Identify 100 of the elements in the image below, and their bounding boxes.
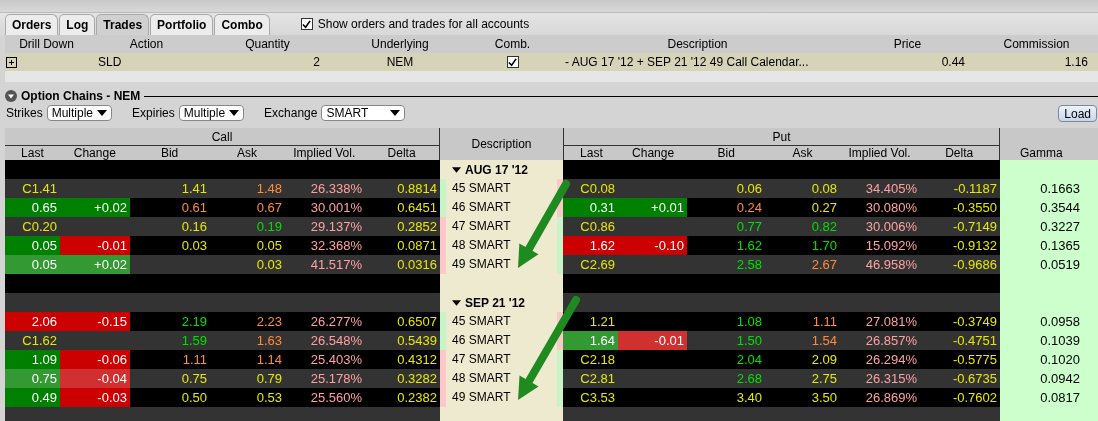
- strike-label[interactable]: 45 SMART: [446, 179, 557, 198]
- quote-cell-text: 0.77: [735, 218, 763, 236]
- table-row[interactable]: C0.20 0.16 0.19 29.137% 0.2852 47 SMART C0.86 0.77 0.82 30.006% -0.7149 0.3227: [5, 217, 1098, 236]
- quote-cell-text: 2.19: [180, 313, 208, 331]
- strike-label[interactable]: 46 SMART: [446, 198, 557, 217]
- quote-cell: -0.15: [60, 312, 130, 331]
- quote-cell-text: C2.81: [579, 370, 616, 388]
- column-header: Last: [20, 146, 45, 160]
- expiry-header[interactable]: SEP 21 '12: [440, 293, 525, 312]
- load-button[interactable]: Load: [1058, 104, 1097, 122]
- quote-cell-text: 2.68: [735, 370, 763, 388]
- quote-cell-text: C0.86: [579, 218, 616, 236]
- quote-cell-text: 2.23: [255, 313, 283, 331]
- quote-cell-text: 0.3282: [396, 370, 438, 388]
- quote-cell-text: 1.50: [735, 332, 763, 350]
- caret-icon: [390, 110, 401, 116]
- quote-cell-text: 0.6507: [396, 313, 438, 331]
- tab[interactable]: Trades: [96, 14, 150, 35]
- column-header: Quantity: [244, 37, 291, 51]
- quote-cell-text: 1.70: [810, 237, 838, 255]
- quote-cell-text: 0.4312: [396, 351, 438, 369]
- table-cell-text: 2: [312, 55, 321, 69]
- quote-cell-text: 34.405%: [864, 180, 918, 198]
- gamma-cell: 0.1039: [1000, 331, 1098, 350]
- quote-cell-text: 0.16: [180, 218, 208, 236]
- quote-cell-text: 26.277%: [309, 313, 363, 331]
- strike-label[interactable]: 49 SMART: [446, 255, 557, 274]
- quote-cell-text: 0.67: [255, 199, 283, 217]
- quote-cell-text: 0.79: [255, 370, 283, 388]
- tab[interactable]: Portfolio: [150, 14, 214, 35]
- quote-cell-text: 26.315%: [864, 370, 918, 388]
- column-header: Change: [72, 146, 117, 160]
- quote-cell-text: -0.1187: [952, 180, 998, 198]
- gamma-cell: 0.0519: [1000, 255, 1098, 274]
- quote-cell: -0.10: [618, 236, 687, 255]
- table-row[interactable]: 2.06 -0.15 2.19 2.23 26.277% 0.6507 45 SMART 1.21 1.08 1.11 27.081% -0.3749 0.0958: [5, 312, 1098, 331]
- dropdown[interactable]: Multiple: [178, 105, 245, 121]
- quote-cell-text: 46.958%: [864, 256, 918, 274]
- quote-cell-text: 1.48: [255, 180, 283, 198]
- strike-label[interactable]: 48 SMART: [446, 369, 557, 388]
- dropdown[interactable]: Multiple: [46, 105, 113, 121]
- checkbox[interactable]: [300, 18, 313, 30]
- gamma-cell: 0.1663: [1000, 179, 1098, 198]
- quote-cell-text: 1.41: [180, 180, 208, 198]
- tab[interactable]: Combo: [214, 14, 270, 35]
- table-row[interactable]: C1.62 1.59 1.63 26.548% 0.5439 46 SMART 1.64 -0.01 1.50 1.54 26.857% -0.4751 0.1039: [5, 331, 1098, 350]
- table-row[interactable]: 0.05 -0.01 0.03 0.05 32.368% 0.0871 48 SMART 1.62 -0.10 1.62 1.70 15.092% -0.9132 0.1365: [5, 236, 1098, 255]
- column-header: Action: [128, 37, 165, 51]
- quote-cell-text: 0.8814: [396, 180, 438, 198]
- quote-cell: -0.03: [60, 388, 130, 407]
- strike-label[interactable]: 45 SMART: [446, 312, 557, 331]
- table-row[interactable]: C1.41 1.41 1.48 26.338% 0.8814 45 SMART C0.08 0.06 0.08 34.405% -0.1187 0.1663: [5, 179, 1098, 198]
- tab[interactable]: Log: [59, 14, 96, 35]
- dropdown[interactable]: SMART: [321, 105, 406, 121]
- strike-label[interactable]: 47 SMART: [446, 217, 557, 236]
- quote-cell: -0.04: [60, 369, 130, 388]
- quote-cell-text: 2.04: [735, 351, 763, 369]
- quote-cell-text: 27.081%: [864, 313, 918, 331]
- table-row[interactable]: 0.75 -0.04 0.75 0.79 25.178% 0.3282 48 SMART C2.81 2.68 2.75 26.315% -0.6735 0.0942: [5, 369, 1098, 388]
- quote-cell-text: 3.50: [810, 389, 838, 407]
- quote-cell: 0.05: [5, 236, 60, 255]
- quote-cell-text: C1.41: [21, 180, 58, 198]
- table-cell-text: 1.16: [1063, 55, 1089, 69]
- quote-cell: 2.06: [5, 312, 60, 331]
- strike-label[interactable]: 46 SMART: [446, 331, 557, 350]
- column-header: Description: [666, 37, 729, 51]
- quote-cell-text: 26.294%: [864, 351, 918, 369]
- tab[interactable]: Orders: [5, 14, 59, 35]
- gamma-cell: 0.3544: [1000, 198, 1098, 217]
- quote-cell-text: 1.63: [255, 332, 283, 350]
- quote-cell: +0.02: [60, 255, 130, 274]
- column-header: Delta: [386, 146, 417, 160]
- quote-cell-text: 1.54: [810, 332, 838, 350]
- table-row[interactable]: 1.09 -0.06 1.11 1.14 25.403% 0.4312 47 SMART C2.18 2.04 2.09 26.294% -0.5775 0.1020: [5, 350, 1098, 369]
- strike-label[interactable]: 48 SMART: [446, 236, 557, 255]
- quote-cell-text: 1.59: [180, 332, 208, 350]
- collapse-icon[interactable]: [5, 90, 17, 102]
- quote-cell-text: 1.14: [255, 351, 283, 369]
- table-row[interactable]: 0.65 +0.02 0.61 0.67 30.001% 0.6451 46 SMART 0.31 +0.01 0.24 0.27 30.080% -0.3550 0.3544: [5, 198, 1098, 217]
- quote-cell-text: 1.62: [735, 237, 763, 255]
- quote-cell-text: 3.40: [735, 389, 763, 407]
- table-row[interactable]: SLD 2 NEM - AUG 17 '12 + SEP 21 '12 49 Call Calendar... 0.44 1.16: [5, 53, 1098, 71]
- table-cell-text: NEM: [385, 55, 415, 69]
- gamma-cell: 0.1365: [1000, 236, 1098, 255]
- quote-cell: 0.05: [5, 255, 60, 274]
- expiry-header[interactable]: AUG 17 '12: [440, 160, 528, 179]
- column-header: Comb.: [493, 37, 532, 51]
- quote-cell-text: 1.11: [811, 313, 838, 331]
- expand-icon[interactable]: [6, 56, 17, 68]
- table-row[interactable]: 0.49 -0.03 0.50 0.53 25.560% 0.2382 49 SMART C3.53 3.40 3.50 26.869% -0.7602 0.0817: [5, 388, 1098, 407]
- quote-cell: 1.64: [563, 331, 618, 350]
- strike-label[interactable]: 49 SMART: [446, 388, 557, 407]
- quote-cell: 0.65: [5, 198, 60, 217]
- strike-label[interactable]: 47 SMART: [446, 350, 557, 369]
- table-row[interactable]: 0.05 +0.02 0.03 41.517% 0.0316 49 SMART C2.69 2.58 2.67 46.958% -0.9686 0.0519: [5, 255, 1098, 274]
- quote-cell-text: -0.5775: [951, 351, 998, 369]
- column-header: Change: [631, 146, 676, 160]
- quote-cell-text: C0.20: [21, 218, 58, 236]
- collapse-triangle-icon: [452, 166, 461, 173]
- column-header: Last: [579, 146, 604, 160]
